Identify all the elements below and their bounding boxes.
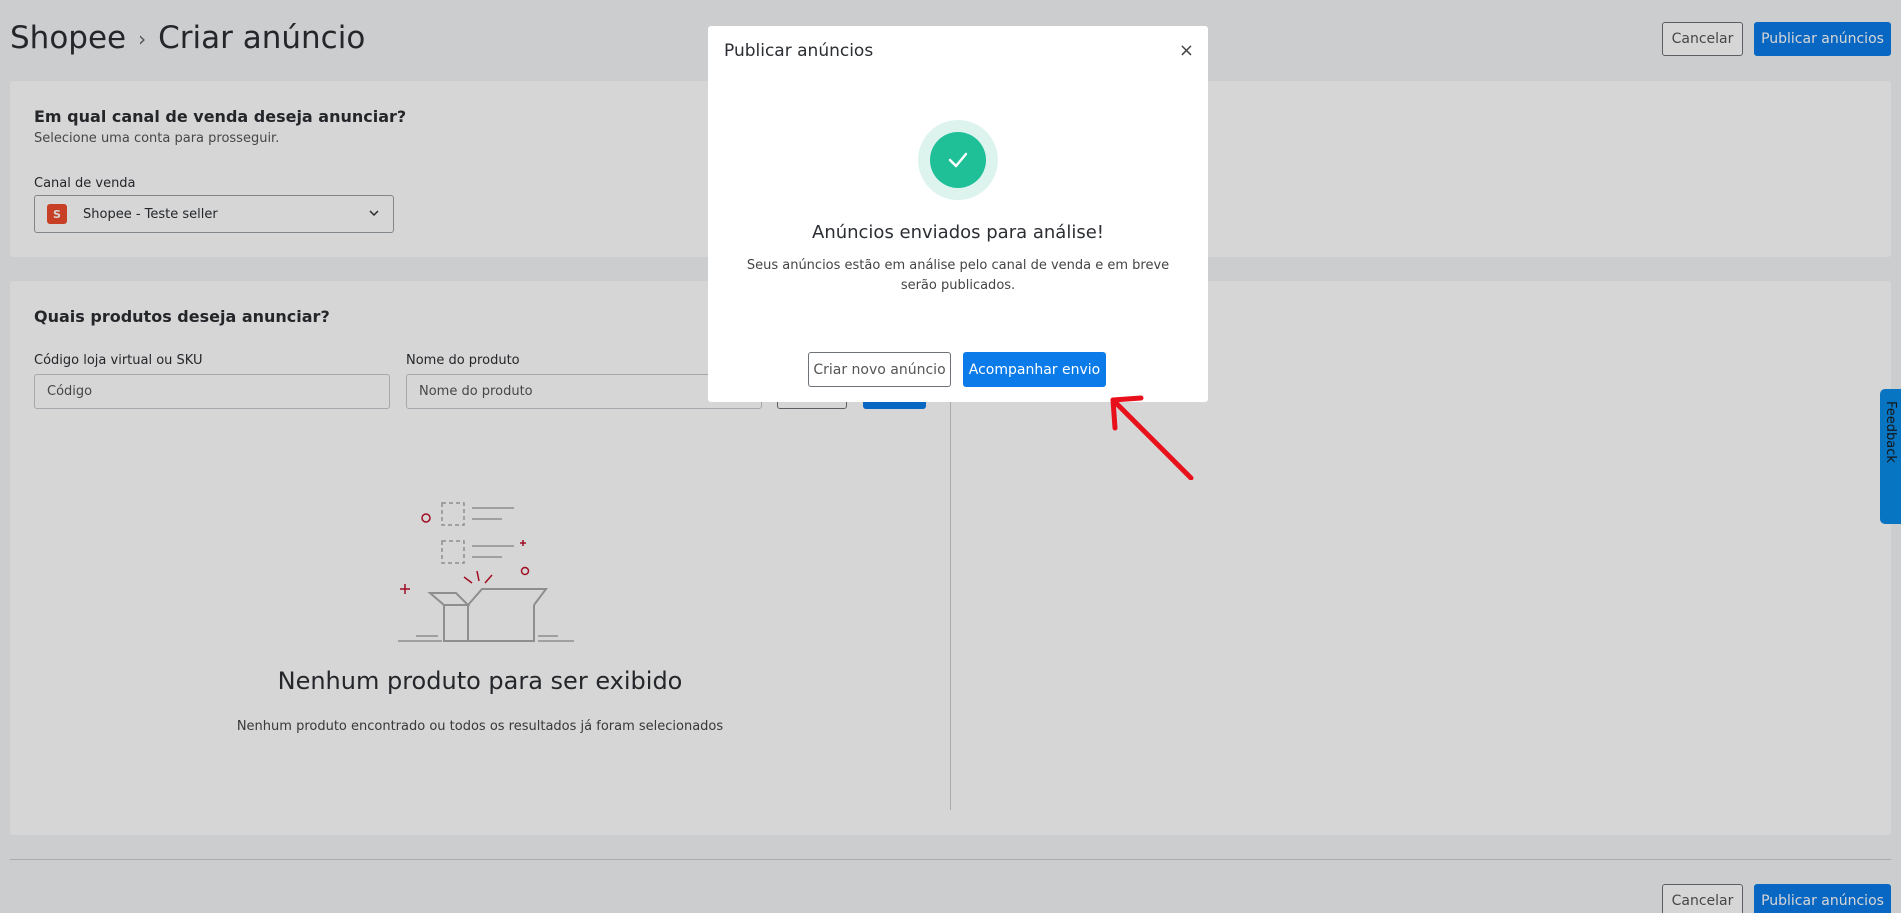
modal-text: Seus anúncios estão em análise pelo cana… — [746, 258, 1170, 293]
publish-modal: Publicar anúncios × Anúncios enviados pa… — [708, 26, 1208, 402]
modal-heading: Anúncios enviados para análise! — [812, 222, 1104, 243]
modal-title: Publicar anúncios — [724, 41, 874, 61]
success-badge — [918, 120, 998, 200]
annotation-arrow-icon — [1110, 395, 1194, 480]
create-new-ad-button[interactable]: Criar novo anúncio — [808, 352, 951, 387]
check-icon — [930, 132, 986, 188]
follow-submission-button[interactable]: Acompanhar envio — [963, 352, 1106, 387]
close-icon[interactable]: × — [1179, 40, 1194, 61]
